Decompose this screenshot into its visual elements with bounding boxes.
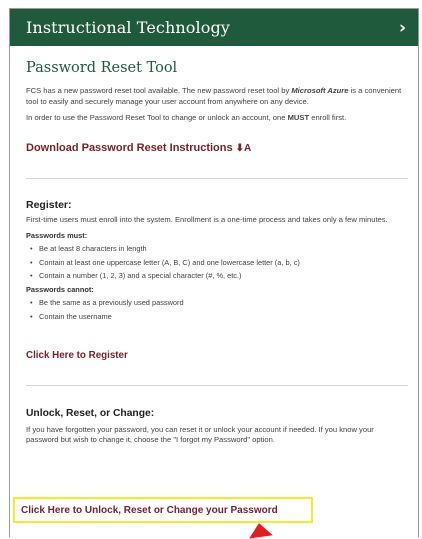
list-item: Contain a number (1, 2, 3) and a special… <box>30 271 408 281</box>
main-content: Password Reset Tool FCS has a new passwo… <box>10 60 418 446</box>
chevron-right-icon[interactable]: › <box>399 18 406 38</box>
passwords-must-heading: Passwords must: <box>26 231 88 240</box>
register-heading: Register: <box>26 198 72 211</box>
intro-text: FCS has a new password reset tool availa… <box>26 86 292 95</box>
enroll-text: In order to use the Password Reset Tool … <box>26 113 288 122</box>
unlock-description: If you have forgotten your password, you… <box>26 424 374 445</box>
unlock-link-highlight[interactable]: Click Here to Unlock, Reset or Change yo… <box>13 497 313 523</box>
list-item: Be the same as a previously used passwor… <box>30 298 408 308</box>
divider <box>26 177 408 179</box>
download-sort-icon: ⬇A <box>235 142 252 154</box>
intro-emphasis: Microsoft Azure <box>291 86 349 95</box>
enroll-text-end: enroll first. <box>309 113 347 122</box>
page-title: Password Reset Tool <box>26 60 178 76</box>
unlock-reset-change-link[interactable]: Click Here to Unlock, Reset or Change yo… <box>21 505 278 516</box>
passwords-cannot-heading: Passwords cannot: <box>26 285 94 294</box>
passwords-cannot-list: Be the same as a previously used passwor… <box>26 298 408 322</box>
intro-paragraph: FCS has a new password reset tool availa… <box>26 86 408 107</box>
download-instructions-link[interactable]: Download Password Reset Instructions ⬇A <box>26 142 251 154</box>
passwords-must-list: Be at least 8 characters in length Conta… <box>26 244 408 281</box>
divider <box>26 384 408 386</box>
register-link[interactable]: Click Here to Register <box>26 350 128 361</box>
register-description: First-time users must enroll into the sy… <box>26 214 388 224</box>
enroll-paragraph: In order to use the Password Reset Tool … <box>26 113 408 124</box>
list-item: Be at least 8 characters in length <box>30 244 408 254</box>
content-frame: Instructional Technology › Password Rese… <box>9 8 419 537</box>
unlock-heading: Unlock, Reset, or Change: <box>26 407 155 419</box>
header-title: Instructional Technology <box>26 18 230 37</box>
list-item: Contain at least one uppercase letter (A… <box>30 258 408 268</box>
section-header[interactable]: Instructional Technology › <box>10 9 418 46</box>
enroll-emphasis: MUST <box>287 113 310 122</box>
list-item: Contain the username <box>30 312 408 322</box>
download-link-label: Download Password Reset Instructions <box>26 141 233 154</box>
